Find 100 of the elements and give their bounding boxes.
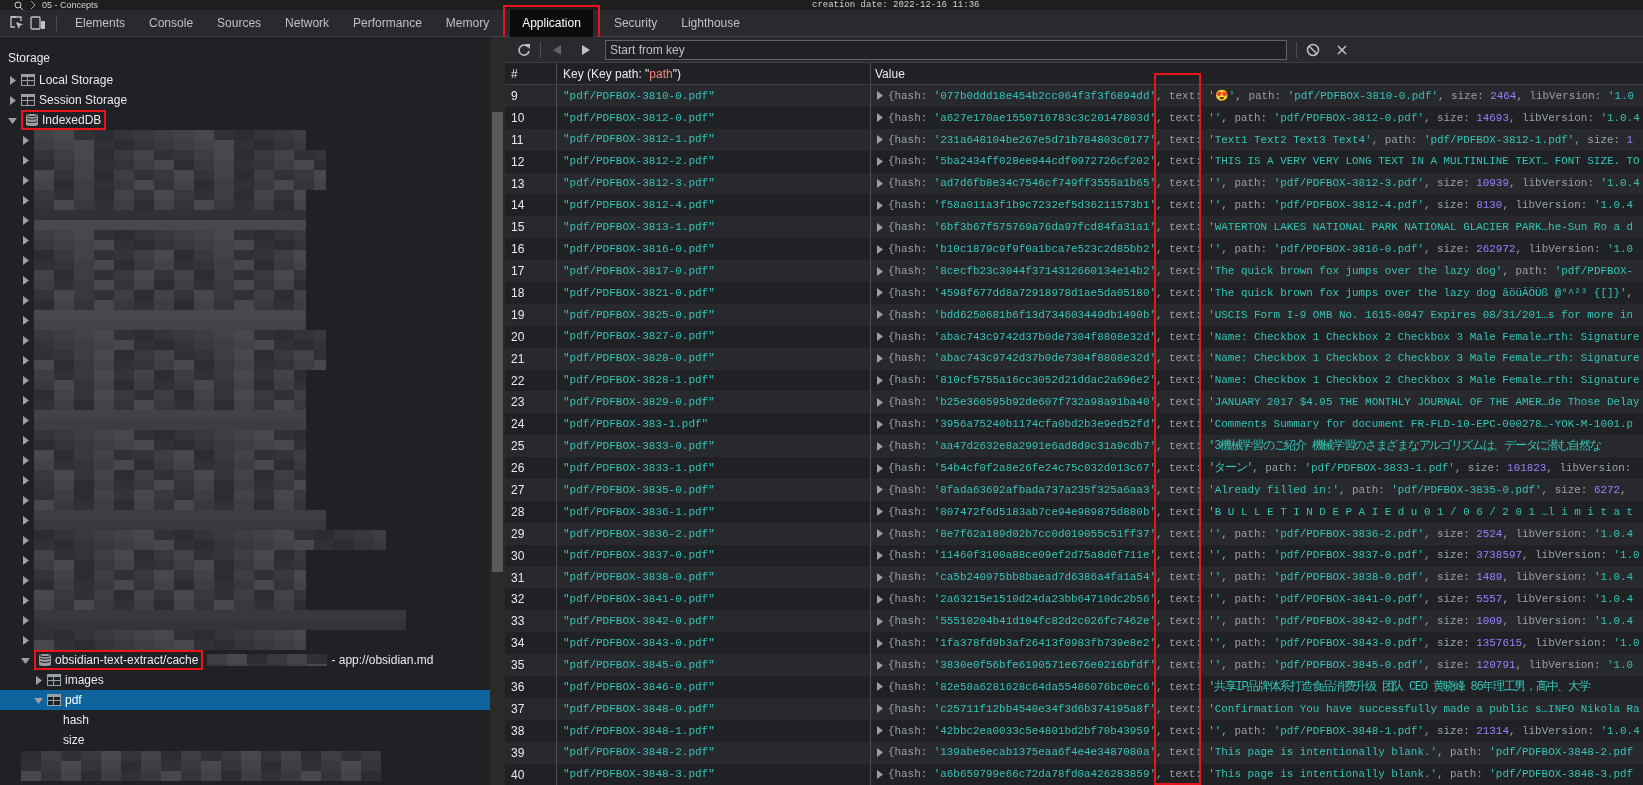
devtools-tab[interactable]: Console	[137, 9, 206, 37]
expand-arrow-icon[interactable]	[21, 475, 30, 485]
collapse-arrow-icon[interactable]	[8, 115, 17, 125]
expand-arrow-icon[interactable]	[875, 463, 884, 473]
expand-arrow-icon[interactable]	[21, 415, 30, 425]
expand-arrow-icon[interactable]	[21, 455, 30, 465]
expand-arrow-icon[interactable]	[875, 682, 884, 692]
expand-arrow-icon[interactable]	[21, 515, 30, 525]
expand-arrow-icon[interactable]	[875, 726, 884, 736]
clear-icon[interactable]	[1306, 42, 1320, 57]
close-icon[interactable]	[1335, 42, 1349, 57]
expand-arrow-icon[interactable]	[21, 535, 30, 545]
expand-arrow-icon[interactable]	[875, 594, 884, 604]
devtools-tab[interactable]: Memory	[433, 9, 502, 37]
expand-arrow-icon[interactable]	[21, 215, 30, 225]
tree-item-label[interactable]: Session Storage	[39, 91, 128, 109]
expand-arrow-icon[interactable]	[21, 295, 30, 305]
tree-item-label[interactable]: pdf	[65, 691, 82, 709]
expand-arrow-icon[interactable]	[875, 222, 884, 232]
expand-arrow-icon[interactable]	[21, 355, 30, 365]
expand-arrow-icon[interactable]	[875, 573, 884, 583]
expand-arrow-icon[interactable]	[34, 675, 43, 685]
expand-arrow-icon[interactable]	[21, 275, 30, 285]
expand-arrow-icon[interactable]	[875, 266, 884, 276]
expand-arrow-icon[interactable]	[21, 135, 30, 145]
expand-arrow-icon[interactable]	[875, 200, 884, 210]
expand-arrow-icon[interactable]	[875, 616, 884, 626]
expand-arrow-icon[interactable]	[875, 529, 884, 539]
devtools-tab[interactable]: Elements	[63, 9, 138, 37]
expand-arrow-icon[interactable]	[875, 354, 884, 364]
breadcrumb-text[interactable]: 05 - Concepts	[42, 0, 99, 10]
row-number: 31	[511, 570, 525, 585]
tree-item-label[interactable]: obsidian-text-extract/cache	[55, 651, 199, 669]
key-text: "pdf/PDFBOX-3812-3.pdf"	[563, 176, 715, 192]
selection-bar[interactable]: pdf	[0, 690, 490, 710]
expand-arrow-icon[interactable]	[21, 175, 30, 185]
expand-arrow-icon[interactable]	[21, 615, 30, 625]
expand-arrow-icon[interactable]	[21, 595, 30, 605]
tree-item-label[interactable]: IndexedDB	[42, 111, 102, 129]
row-number: 22	[511, 373, 525, 388]
devtools-tab[interactable]: Lighthouse	[669, 9, 752, 37]
key-text: "pdf/PDFBOX-3835-0.pdf"	[563, 482, 715, 498]
expand-arrow-icon[interactable]	[875, 770, 884, 780]
expand-arrow-icon[interactable]	[21, 235, 30, 245]
column-header[interactable]: Key (Key path: "path")	[563, 64, 681, 83]
expand-arrow-icon[interactable]	[875, 748, 884, 758]
tree-item-label[interactable]: hash	[63, 711, 90, 729]
inspect-icon[interactable]	[10, 16, 24, 30]
expand-arrow-icon[interactable]	[875, 660, 884, 670]
search-field[interactable]: Start from key	[605, 39, 1287, 60]
expand-arrow-icon[interactable]	[21, 635, 30, 645]
tree-item-label[interactable]: size	[63, 731, 85, 749]
expand-arrow-icon[interactable]	[875, 376, 884, 385]
expand-arrow-icon[interactable]	[875, 485, 884, 495]
column-header[interactable]: Value	[875, 64, 905, 83]
expand-arrow-icon[interactable]	[21, 255, 30, 265]
expand-arrow-icon[interactable]	[875, 135, 884, 145]
scrollbar-thumb[interactable]	[492, 112, 503, 572]
column-header[interactable]: #	[511, 66, 518, 81]
expand-arrow-icon[interactable]	[875, 419, 884, 429]
expand-arrow-icon[interactable]	[21, 555, 30, 565]
expand-arrow-icon[interactable]	[875, 288, 884, 298]
expand-arrow-icon[interactable]	[21, 435, 30, 445]
expand-arrow-icon[interactable]	[875, 91, 884, 101]
expand-arrow-icon[interactable]	[21, 335, 30, 345]
refresh-icon[interactable]	[517, 42, 531, 57]
collapse-arrow-icon[interactable]	[21, 655, 30, 665]
expand-arrow-icon[interactable]	[8, 95, 17, 105]
expand-arrow-icon[interactable]	[875, 638, 884, 648]
devtools-tab[interactable]: Sources	[205, 9, 274, 37]
expand-arrow-icon[interactable]	[875, 704, 884, 714]
expand-arrow-icon[interactable]	[875, 332, 884, 342]
row-number: 21	[511, 351, 525, 366]
expand-arrow-icon[interactable]	[875, 441, 884, 451]
expand-arrow-icon[interactable]	[875, 179, 884, 188]
search-icon[interactable]	[14, 0, 24, 10]
row-number: 18	[511, 285, 525, 300]
expand-arrow-icon[interactable]	[21, 195, 30, 205]
key-text: "pdf/PDFBOX-3837-0.pdf"	[563, 548, 715, 564]
expand-arrow-icon[interactable]	[875, 310, 884, 320]
expand-arrow-icon[interactable]	[875, 113, 884, 123]
expand-arrow-icon[interactable]	[21, 375, 30, 385]
expand-arrow-icon[interactable]	[21, 155, 30, 165]
expand-arrow-icon[interactable]	[875, 244, 884, 254]
devtools-tab[interactable]: Network	[273, 9, 342, 37]
expand-arrow-icon[interactable]	[21, 575, 30, 585]
devtools-tab[interactable]: Application	[510, 9, 593, 37]
device-toolbar-icon[interactable]	[30, 16, 46, 30]
devtools-tab[interactable]: Performance	[341, 9, 434, 37]
expand-arrow-icon[interactable]	[875, 551, 884, 561]
expand-arrow-icon[interactable]	[21, 315, 30, 325]
expand-arrow-icon[interactable]	[8, 75, 17, 85]
tree-item-label[interactable]: images	[65, 671, 104, 689]
expand-arrow-icon[interactable]	[875, 397, 884, 407]
expand-arrow-icon[interactable]	[21, 395, 30, 405]
expand-arrow-icon[interactable]	[875, 157, 884, 167]
expand-arrow-icon[interactable]	[21, 495, 30, 505]
expand-arrow-icon[interactable]	[875, 507, 884, 517]
devtools-tab[interactable]: Security	[601, 9, 670, 37]
tree-item-label[interactable]: Local Storage	[39, 71, 114, 89]
